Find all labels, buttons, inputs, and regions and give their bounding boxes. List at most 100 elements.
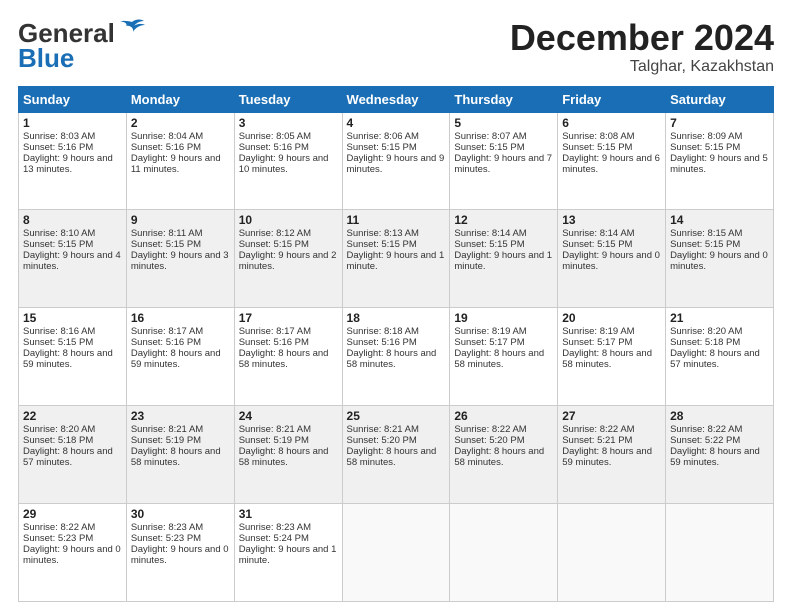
table-cell: 17Sunrise: 8:17 AMSunset: 5:16 PMDayligh…	[234, 308, 342, 406]
sunset-label: Sunset: 5:20 PM	[347, 435, 417, 446]
day-number: 26	[454, 409, 553, 423]
day-number: 23	[131, 409, 230, 423]
sunset-label: Sunset: 5:15 PM	[347, 239, 417, 250]
calendar-week-row: 29Sunrise: 8:22 AMSunset: 5:23 PMDayligh…	[19, 504, 774, 602]
sunrise-label: Sunrise: 8:14 AM	[454, 228, 526, 239]
daylight-label: Daylight: 8 hours and 58 minutes.	[239, 446, 329, 468]
sunrise-label: Sunrise: 8:09 AM	[670, 131, 742, 142]
page: General Blue December 2024 Talghar, Kaza…	[0, 0, 792, 612]
logo-bird-icon	[118, 18, 146, 45]
sunset-label: Sunset: 5:15 PM	[562, 142, 632, 153]
table-cell: 21Sunrise: 8:20 AMSunset: 5:18 PMDayligh…	[666, 308, 774, 406]
calendar-week-row: 8Sunrise: 8:10 AMSunset: 5:15 PMDaylight…	[19, 210, 774, 308]
sunrise-label: Sunrise: 8:21 AM	[131, 424, 203, 435]
daylight-label: Daylight: 9 hours and 2 minutes.	[239, 250, 337, 272]
day-number: 21	[670, 311, 769, 325]
day-number: 14	[670, 213, 769, 227]
sunset-label: Sunset: 5:15 PM	[454, 142, 524, 153]
table-cell: 23Sunrise: 8:21 AMSunset: 5:19 PMDayligh…	[126, 406, 234, 504]
table-cell: 25Sunrise: 8:21 AMSunset: 5:20 PMDayligh…	[342, 406, 450, 504]
day-number: 30	[131, 507, 230, 521]
month-title: December 2024	[510, 18, 774, 58]
table-cell: 6Sunrise: 8:08 AMSunset: 5:15 PMDaylight…	[558, 112, 666, 210]
table-cell: 3Sunrise: 8:05 AMSunset: 5:16 PMDaylight…	[234, 112, 342, 210]
sunrise-label: Sunrise: 8:10 AM	[23, 228, 95, 239]
location: Talghar, Kazakhstan	[510, 58, 774, 76]
col-thursday: Thursday	[450, 86, 558, 112]
day-number: 22	[23, 409, 122, 423]
table-cell: 27Sunrise: 8:22 AMSunset: 5:21 PMDayligh…	[558, 406, 666, 504]
sunrise-label: Sunrise: 8:06 AM	[347, 131, 419, 142]
day-number: 17	[239, 311, 338, 325]
daylight-label: Daylight: 9 hours and 1 minute.	[454, 250, 552, 272]
sunrise-label: Sunrise: 8:19 AM	[454, 326, 526, 337]
day-number: 3	[239, 116, 338, 130]
table-cell: 10Sunrise: 8:12 AMSunset: 5:15 PMDayligh…	[234, 210, 342, 308]
sunrise-label: Sunrise: 8:22 AM	[562, 424, 634, 435]
title-block: December 2024 Talghar, Kazakhstan	[510, 18, 774, 76]
day-number: 8	[23, 213, 122, 227]
sunset-label: Sunset: 5:18 PM	[670, 337, 740, 348]
sunset-label: Sunset: 5:15 PM	[562, 239, 632, 250]
table-cell: 11Sunrise: 8:13 AMSunset: 5:15 PMDayligh…	[342, 210, 450, 308]
daylight-label: Daylight: 8 hours and 57 minutes.	[23, 446, 113, 468]
logo: General Blue	[18, 18, 146, 74]
daylight-label: Daylight: 8 hours and 58 minutes.	[239, 348, 329, 370]
daylight-label: Daylight: 9 hours and 1 minute.	[347, 250, 445, 272]
day-number: 1	[23, 116, 122, 130]
calendar-table: Sunday Monday Tuesday Wednesday Thursday…	[18, 86, 774, 602]
sunrise-label: Sunrise: 8:18 AM	[347, 326, 419, 337]
sunrise-label: Sunrise: 8:17 AM	[131, 326, 203, 337]
table-cell: 24Sunrise: 8:21 AMSunset: 5:19 PMDayligh…	[234, 406, 342, 504]
sunset-label: Sunset: 5:15 PM	[347, 142, 417, 153]
daylight-label: Daylight: 9 hours and 0 minutes.	[23, 544, 121, 566]
table-cell: 7Sunrise: 8:09 AMSunset: 5:15 PMDaylight…	[666, 112, 774, 210]
sunrise-label: Sunrise: 8:23 AM	[131, 522, 203, 533]
day-number: 15	[23, 311, 122, 325]
sunrise-label: Sunrise: 8:21 AM	[347, 424, 419, 435]
table-cell: 28Sunrise: 8:22 AMSunset: 5:22 PMDayligh…	[666, 406, 774, 504]
sunset-label: Sunset: 5:24 PM	[239, 533, 309, 544]
sunrise-label: Sunrise: 8:23 AM	[239, 522, 311, 533]
daylight-label: Daylight: 9 hours and 13 minutes.	[23, 153, 113, 175]
daylight-label: Daylight: 8 hours and 57 minutes.	[670, 348, 760, 370]
daylight-label: Daylight: 8 hours and 58 minutes.	[454, 446, 544, 468]
day-number: 19	[454, 311, 553, 325]
sunset-label: Sunset: 5:17 PM	[562, 337, 632, 348]
sunrise-label: Sunrise: 8:13 AM	[347, 228, 419, 239]
table-cell: 30Sunrise: 8:23 AMSunset: 5:23 PMDayligh…	[126, 504, 234, 602]
day-number: 20	[562, 311, 661, 325]
calendar-week-row: 1Sunrise: 8:03 AMSunset: 5:16 PMDaylight…	[19, 112, 774, 210]
table-cell: 12Sunrise: 8:14 AMSunset: 5:15 PMDayligh…	[450, 210, 558, 308]
day-number: 25	[347, 409, 446, 423]
day-number: 31	[239, 507, 338, 521]
daylight-label: Daylight: 9 hours and 5 minutes.	[670, 153, 768, 175]
calendar-week-row: 22Sunrise: 8:20 AMSunset: 5:18 PMDayligh…	[19, 406, 774, 504]
table-cell	[666, 504, 774, 602]
table-cell: 18Sunrise: 8:18 AMSunset: 5:16 PMDayligh…	[342, 308, 450, 406]
table-cell: 13Sunrise: 8:14 AMSunset: 5:15 PMDayligh…	[558, 210, 666, 308]
table-cell: 8Sunrise: 8:10 AMSunset: 5:15 PMDaylight…	[19, 210, 127, 308]
sunset-label: Sunset: 5:20 PM	[454, 435, 524, 446]
sunrise-label: Sunrise: 8:15 AM	[670, 228, 742, 239]
day-number: 10	[239, 213, 338, 227]
sunset-label: Sunset: 5:16 PM	[131, 337, 201, 348]
sunrise-label: Sunrise: 8:17 AM	[239, 326, 311, 337]
col-monday: Monday	[126, 86, 234, 112]
sunrise-label: Sunrise: 8:11 AM	[131, 228, 203, 239]
table-cell	[558, 504, 666, 602]
sunrise-label: Sunrise: 8:07 AM	[454, 131, 526, 142]
sunset-label: Sunset: 5:15 PM	[670, 239, 740, 250]
table-cell: 19Sunrise: 8:19 AMSunset: 5:17 PMDayligh…	[450, 308, 558, 406]
sunrise-label: Sunrise: 8:22 AM	[454, 424, 526, 435]
sunset-label: Sunset: 5:22 PM	[670, 435, 740, 446]
day-number: 29	[23, 507, 122, 521]
daylight-label: Daylight: 9 hours and 6 minutes.	[562, 153, 660, 175]
day-number: 7	[670, 116, 769, 130]
table-cell: 2Sunrise: 8:04 AMSunset: 5:16 PMDaylight…	[126, 112, 234, 210]
sunrise-label: Sunrise: 8:22 AM	[670, 424, 742, 435]
sunset-label: Sunset: 5:16 PM	[131, 142, 201, 153]
day-number: 18	[347, 311, 446, 325]
daylight-label: Daylight: 9 hours and 4 minutes.	[23, 250, 121, 272]
daylight-label: Daylight: 9 hours and 10 minutes.	[239, 153, 329, 175]
